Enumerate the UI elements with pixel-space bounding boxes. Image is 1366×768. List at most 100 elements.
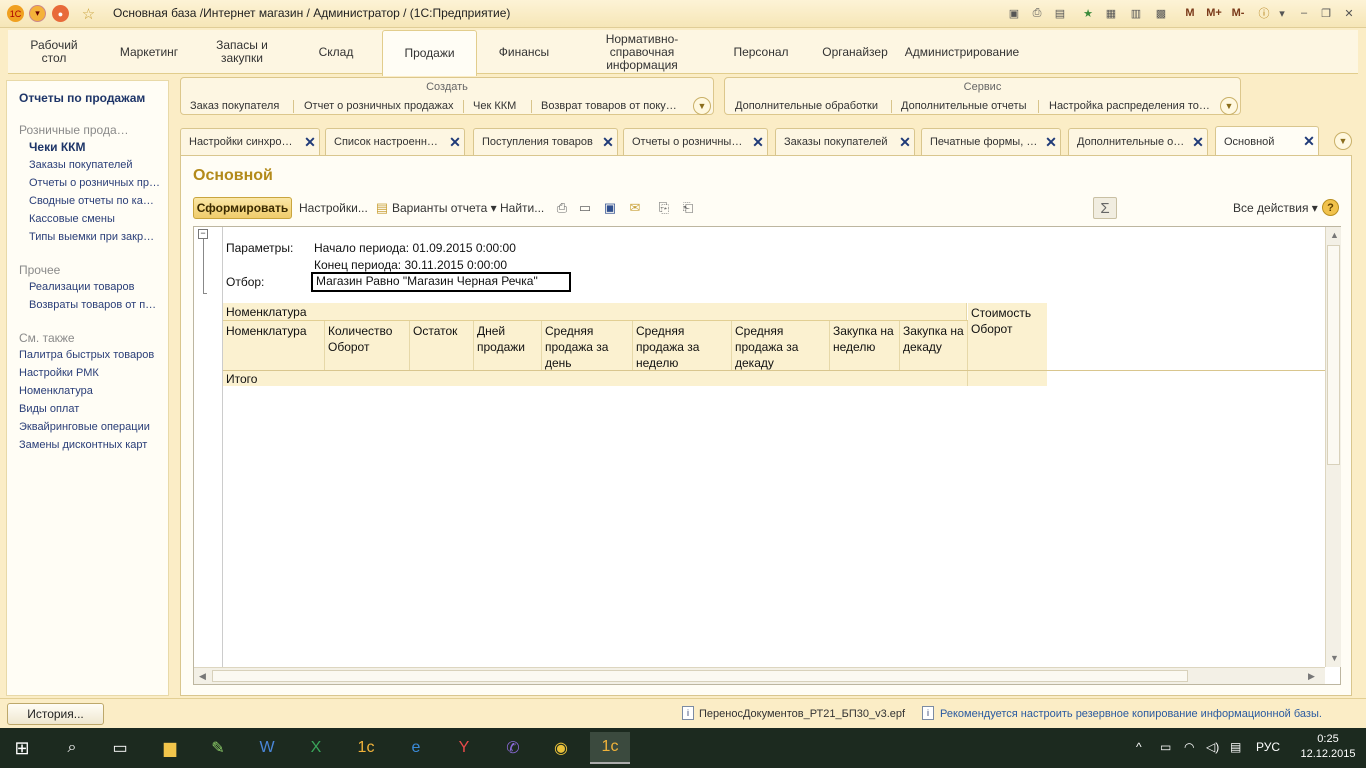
nav-item-rmk-settings[interactable]: Настройки РМК bbox=[19, 367, 165, 379]
info-icon[interactable]: ⓘ bbox=[1256, 5, 1272, 21]
nav-item-acquiring[interactable]: Эквайринговые операции bbox=[19, 421, 165, 433]
app-logo-icon[interactable]: 1C bbox=[7, 5, 24, 22]
service-additional-reports[interactable]: Дополнительные отчеты bbox=[901, 100, 1026, 112]
print-icon[interactable]: ⎙ bbox=[553, 199, 571, 217]
nav-item-discount-cards[interactable]: Замены дисконтных карт bbox=[19, 439, 165, 451]
history-icon[interactable]: ▦ bbox=[1103, 5, 1119, 21]
excel-icon[interactable]: X bbox=[296, 732, 336, 764]
onec-active-icon[interactable]: 1c bbox=[590, 732, 630, 764]
close-icon[interactable]: ✕ bbox=[599, 134, 617, 151]
status-backup-warning[interactable]: Рекомендуется настроить резервное копиро… bbox=[940, 708, 1322, 720]
scroll-up-icon[interactable]: ▲ bbox=[1330, 230, 1339, 240]
tray-volume-icon[interactable]: ◁) bbox=[1206, 740, 1219, 754]
create-receipt[interactable]: Чек ККМ bbox=[473, 100, 516, 112]
scroll-left-icon[interactable]: ◀ bbox=[199, 671, 206, 682]
calculator-icon[interactable]: ▥ bbox=[1128, 5, 1144, 21]
nav-item-withdrawal-types[interactable]: Типы выемки при закр… bbox=[29, 231, 175, 243]
close-icon[interactable]: ✕ bbox=[446, 134, 464, 151]
vertical-scrollbar[interactable]: ▲ ▼ bbox=[1325, 227, 1341, 667]
nav-group-retail[interactable]: Розничные прода… bbox=[19, 123, 165, 137]
chevron-down-icon[interactable]: ▼ bbox=[693, 97, 711, 115]
nav-item-nomenclature[interactable]: Номенклатура bbox=[19, 385, 165, 397]
tray-message-icon[interactable]: ▤ bbox=[1230, 740, 1241, 754]
internet-explorer-icon[interactable]: e bbox=[396, 732, 436, 764]
help-icon[interactable]: ? bbox=[1322, 199, 1339, 216]
section-personnel[interactable]: Персонал bbox=[722, 32, 800, 72]
nav-item-returns[interactable]: Возвраты товаров от п… bbox=[29, 299, 175, 311]
memory-button[interactable]: M bbox=[1182, 5, 1198, 21]
chevron-down-icon[interactable]: ▾ bbox=[1274, 5, 1290, 21]
scroll-down-icon[interactable]: ▼ bbox=[1330, 653, 1339, 663]
save-icon[interactable]: ▣ bbox=[601, 199, 619, 217]
all-actions-button[interactable]: Все действия ▾ bbox=[1233, 201, 1318, 215]
section-sales[interactable]: Продажи bbox=[382, 30, 477, 76]
section-organizer[interactable]: Органайзер bbox=[814, 32, 896, 72]
sum-icon[interactable]: Σ bbox=[1093, 197, 1117, 219]
scroll-thumb[interactable] bbox=[1327, 245, 1340, 465]
nav-item-sales[interactable]: Реализации товаров bbox=[29, 281, 175, 293]
tab-additional[interactable]: Дополнительные о… ✕ bbox=[1068, 128, 1208, 155]
chrome-icon[interactable]: ◉ bbox=[541, 732, 581, 764]
viber-icon[interactable]: ✆ bbox=[493, 732, 533, 764]
close-icon[interactable]: ✕ bbox=[749, 134, 767, 151]
memory-minus-button[interactable]: M- bbox=[1228, 5, 1248, 21]
create-retail-report[interactable]: Отчет о розничных продажах bbox=[304, 100, 453, 112]
find-button[interactable]: Найти... bbox=[500, 201, 544, 215]
report-variants-button[interactable]: Варианты отчета ▾ bbox=[392, 201, 497, 215]
favorites-star-icon[interactable]: ☆ bbox=[80, 5, 97, 23]
copy-icon[interactable]: ⎘ bbox=[655, 199, 673, 217]
create-customer-order[interactable]: Заказ покупателя bbox=[190, 100, 279, 112]
chevron-down-icon[interactable]: ▼ bbox=[1220, 97, 1238, 115]
tray-wifi-icon[interactable]: ◠ bbox=[1184, 740, 1194, 754]
section-inventory[interactable]: Запасы и закупки bbox=[208, 32, 276, 72]
mail-icon[interactable]: ✉ bbox=[626, 199, 644, 217]
memory-plus-button[interactable]: M+ bbox=[1204, 5, 1224, 21]
search-icon[interactable]: ⌕ bbox=[52, 732, 92, 764]
close-icon[interactable]: ✕ bbox=[1042, 134, 1060, 151]
save-icon[interactable]: ▣ bbox=[1006, 5, 1022, 21]
minimize-icon[interactable]: ‒ bbox=[1296, 5, 1312, 21]
print-icon[interactable]: ⎙ bbox=[1029, 5, 1045, 21]
paste-icon[interactable]: ⎗ bbox=[679, 199, 697, 217]
close-icon[interactable]: ✕ bbox=[1300, 133, 1318, 150]
nav-item-customer-orders[interactable]: Заказы покупателей bbox=[29, 159, 175, 171]
settings-button[interactable]: Настройки... bbox=[299, 201, 368, 215]
home-icon[interactable]: ● bbox=[52, 5, 69, 22]
nav-item-quick-palette[interactable]: Палитра быстрых товаров bbox=[19, 349, 165, 361]
nav-header[interactable]: Отчеты по продажам bbox=[19, 91, 165, 105]
close-icon[interactable]: ✕ bbox=[1341, 5, 1357, 21]
filter-value[interactable]: Магазин Равно "Магазин Черная Речка" bbox=[311, 272, 571, 292]
section-desktop[interactable]: Рабочий стол bbox=[22, 32, 86, 72]
collapse-icon[interactable]: − bbox=[198, 229, 208, 239]
word-icon[interactable]: W bbox=[247, 732, 287, 764]
tab-customer-orders[interactable]: Заказы покупателей ✕ bbox=[775, 128, 915, 155]
task-view-icon[interactable]: ▭ bbox=[100, 732, 140, 764]
service-additional-processing[interactable]: Дополнительные обработки bbox=[735, 100, 878, 112]
scroll-right-icon[interactable]: ▶ bbox=[1308, 671, 1315, 682]
restore-icon[interactable]: ❐ bbox=[1318, 5, 1334, 21]
nav-item-retail-reports[interactable]: Отчеты о розничных пр… bbox=[29, 177, 175, 189]
app-icon[interactable]: ✎ bbox=[198, 732, 238, 764]
nav-item-cash-shifts[interactable]: Кассовые смены bbox=[29, 213, 175, 225]
tray-chevron-up-icon[interactable]: ^ bbox=[1136, 740, 1142, 754]
tab-main[interactable]: Основной ✕ bbox=[1215, 126, 1319, 156]
yandex-browser-icon[interactable]: Y bbox=[444, 732, 484, 764]
keyboard-language[interactable]: РУС bbox=[1256, 740, 1280, 754]
close-icon[interactable]: ✕ bbox=[896, 134, 914, 151]
horizontal-scrollbar[interactable]: ◀ ▶ bbox=[194, 667, 1325, 684]
tab-retail-reports[interactable]: Отчеты о розничны… ✕ bbox=[623, 128, 768, 155]
windows-start-icon[interactable]: ⊞ bbox=[2, 732, 42, 764]
chevron-down-icon[interactable]: ▼ bbox=[1334, 132, 1352, 150]
scroll-thumb[interactable] bbox=[212, 670, 1188, 682]
nav-item-summary-reports[interactable]: Сводные отчеты по ка… bbox=[29, 195, 175, 207]
section-warehouse[interactable]: Склад bbox=[306, 32, 366, 72]
generate-button[interactable]: Сформировать bbox=[193, 197, 292, 219]
add-favorite-icon[interactable]: ★ bbox=[1080, 5, 1096, 21]
tab-configured-list[interactable]: Список настроенн… ✕ bbox=[325, 128, 465, 155]
service-distribution-settings[interactable]: Настройка распределения то… bbox=[1049, 100, 1210, 112]
tab-sync-settings[interactable]: Настройки синхро… ✕ bbox=[180, 128, 320, 155]
status-file[interactable]: ПереносДокументов_РТ21_БП30_v3.epf bbox=[699, 708, 905, 720]
nav-item-payment-types[interactable]: Виды оплат bbox=[19, 403, 165, 415]
onec-icon[interactable]: 1c bbox=[346, 732, 386, 764]
calendar-icon[interactable]: ▩ bbox=[1153, 5, 1169, 21]
